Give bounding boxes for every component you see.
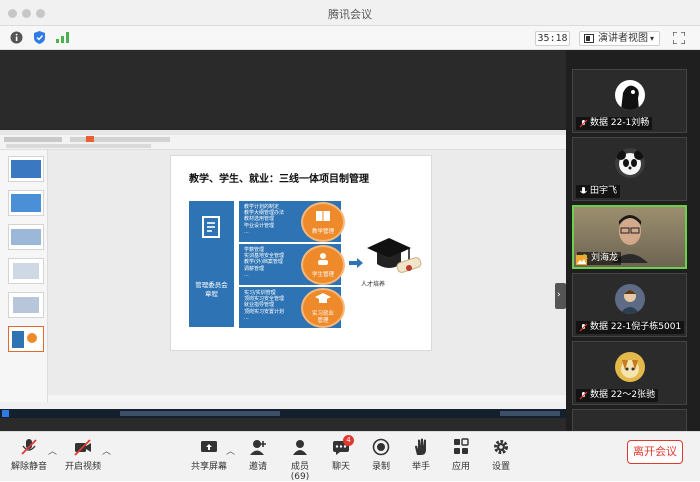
unmute-button[interactable]: 解除静音 (10, 438, 48, 472)
start-video-button[interactable]: 开启视频 (64, 438, 102, 472)
shared-screen: 教学、学生、就业：三线一体项目制管理 管理委员会 章程 教学计划的制定 教学大纲管… (0, 130, 566, 418)
talent-training-label: 人才培养 (361, 281, 386, 288)
record-icon (372, 438, 390, 456)
avatar (615, 80, 645, 110)
info-icon[interactable] (10, 31, 23, 44)
audio-options-caret[interactable]: ︿ (48, 444, 57, 457)
committee-label: 管理委员会 章程 (195, 281, 228, 298)
slide-thumbnail[interactable] (8, 292, 44, 318)
meeting-timer: 35:18 (535, 31, 570, 46)
student-circle: 学生管理 (301, 245, 345, 285)
mic-muted-icon (579, 391, 588, 400)
view-mode-label: 演讲者视图 (598, 33, 648, 44)
slide-thumbnails-panel (0, 150, 48, 402)
avatar (615, 148, 645, 178)
camera-off-icon (74, 439, 91, 456)
raise-hand-button[interactable]: 举手 (407, 438, 435, 472)
participant-name: 数据 22-1倪子栋5001 (576, 321, 685, 334)
student-label: 学生管理 (311, 272, 334, 278)
graduation-cap-diploma-icon (367, 238, 422, 273)
presentation-statusbar (0, 402, 566, 409)
employment-circle: 实习就业 管理 (301, 288, 345, 328)
apps-button[interactable]: 应用 (447, 438, 475, 472)
security-shield-icon[interactable] (33, 30, 46, 45)
chat-button[interactable]: 聊天 4 (327, 435, 355, 472)
main-stage: 教学、学生、就业：三线一体项目制管理 管理委员会 章程 教学计划的制定 教学大纲管… (0, 50, 566, 431)
meeting-toolbar: 解除静音 ︿ 开启视频 ︿ 共享屏幕 ︿ 邀请 成员(69) 聊天 4 录制 举… (0, 431, 700, 482)
employment-label: 实习就业 管理 (311, 311, 334, 324)
chat-unread-badge: 4 (343, 435, 354, 446)
view-mode-dropdown[interactable]: 演讲者视图 ▾ (579, 31, 660, 46)
mic-icon (580, 187, 587, 194)
slide-thumbnail[interactable] (8, 224, 44, 250)
share-screen-button[interactable]: 共享屏幕 (190, 438, 228, 472)
apps-icon (454, 438, 469, 454)
slide-title: 教学、学生、就业：三线一体项目制管理 (189, 174, 369, 185)
current-slide: 教学、学生、就业：三线一体项目制管理 管理委员会 章程 教学计划的制定 教学大纲管… (170, 155, 432, 351)
picture-icon (576, 255, 587, 265)
members-icon (293, 440, 307, 455)
teaching-label: 教学管理 (311, 229, 334, 235)
avatar (615, 352, 645, 382)
os-taskbar (0, 409, 566, 418)
gallery-collapse-handle[interactable]: › (555, 283, 566, 309)
presentation-toolbar (0, 130, 566, 150)
chevron-right-icon: › (557, 290, 561, 300)
invite-button[interactable]: 邀请 (244, 438, 272, 472)
settings-button[interactable]: 设置 (487, 438, 515, 472)
participant-tile[interactable]: 数据 22-1刘畅 (572, 69, 687, 133)
participant-tile[interactable]: 数据 22-1倪子栋5001 (572, 273, 687, 337)
participant-tile[interactable]: 数据 22～2张驰 (572, 341, 687, 405)
avatar (615, 284, 645, 314)
signal-strength-icon[interactable] (56, 32, 69, 43)
app-title: 腾讯会议 (328, 8, 372, 21)
committee-box: 管理委员会 章程 (189, 201, 234, 327)
meeting-info-bar: 35:18 演讲者视图 ▾ (0, 26, 700, 50)
document-icon (202, 216, 220, 238)
invite-user-icon (250, 440, 266, 455)
teaching-circle: 教学管理 (301, 202, 345, 242)
participant-tile[interactable]: 田宇飞 (572, 137, 687, 201)
participant-gallery: 数据 22-1刘畅 田宇飞 刘海龙 数据 22-1倪子栋5001 数据 22～2… (566, 50, 700, 431)
title-bar: 腾讯会议 (0, 0, 700, 26)
slide-thumbnail[interactable] (8, 258, 44, 284)
mic-muted-icon (579, 119, 588, 128)
participant-name: 田宇飞 (576, 185, 621, 198)
participant-tile-partial[interactable] (572, 409, 687, 431)
participant-name: 数据 22-1刘畅 (576, 117, 653, 130)
mic-muted-icon (21, 439, 37, 455)
mic-muted-icon (579, 323, 588, 332)
students-icon (318, 253, 328, 265)
hand-icon (415, 438, 426, 455)
video-options-caret[interactable]: ︿ (102, 444, 111, 457)
participant-tile-active-speaker[interactable]: 刘海龙 (572, 205, 687, 269)
share-screen-icon (201, 441, 217, 452)
slide-thumbnail[interactable] (8, 190, 44, 216)
slide-thumbnail-current[interactable] (8, 326, 44, 352)
fullscreen-icon[interactable] (673, 32, 685, 44)
members-button[interactable]: 成员(69) (282, 438, 318, 482)
right-arrow-icon (349, 258, 363, 268)
leave-meeting-button[interactable]: 离开会议 (627, 440, 683, 464)
gear-icon (494, 440, 508, 454)
mortarboard-icon (315, 293, 331, 303)
slide-thumbnail[interactable] (8, 156, 44, 182)
view-mode-icon (584, 34, 594, 43)
share-options-caret[interactable]: ︿ (226, 444, 235, 457)
participant-name: 数据 22～2张驰 (576, 389, 659, 402)
book-icon (316, 211, 330, 221)
slide-canvas: 教学、学生、就业：三线一体项目制管理 管理委员会 章程 教学计划的制定 教学大纲管… (48, 150, 566, 402)
chevron-down-icon: ▾ (649, 34, 654, 43)
record-button[interactable]: 录制 (367, 438, 395, 472)
